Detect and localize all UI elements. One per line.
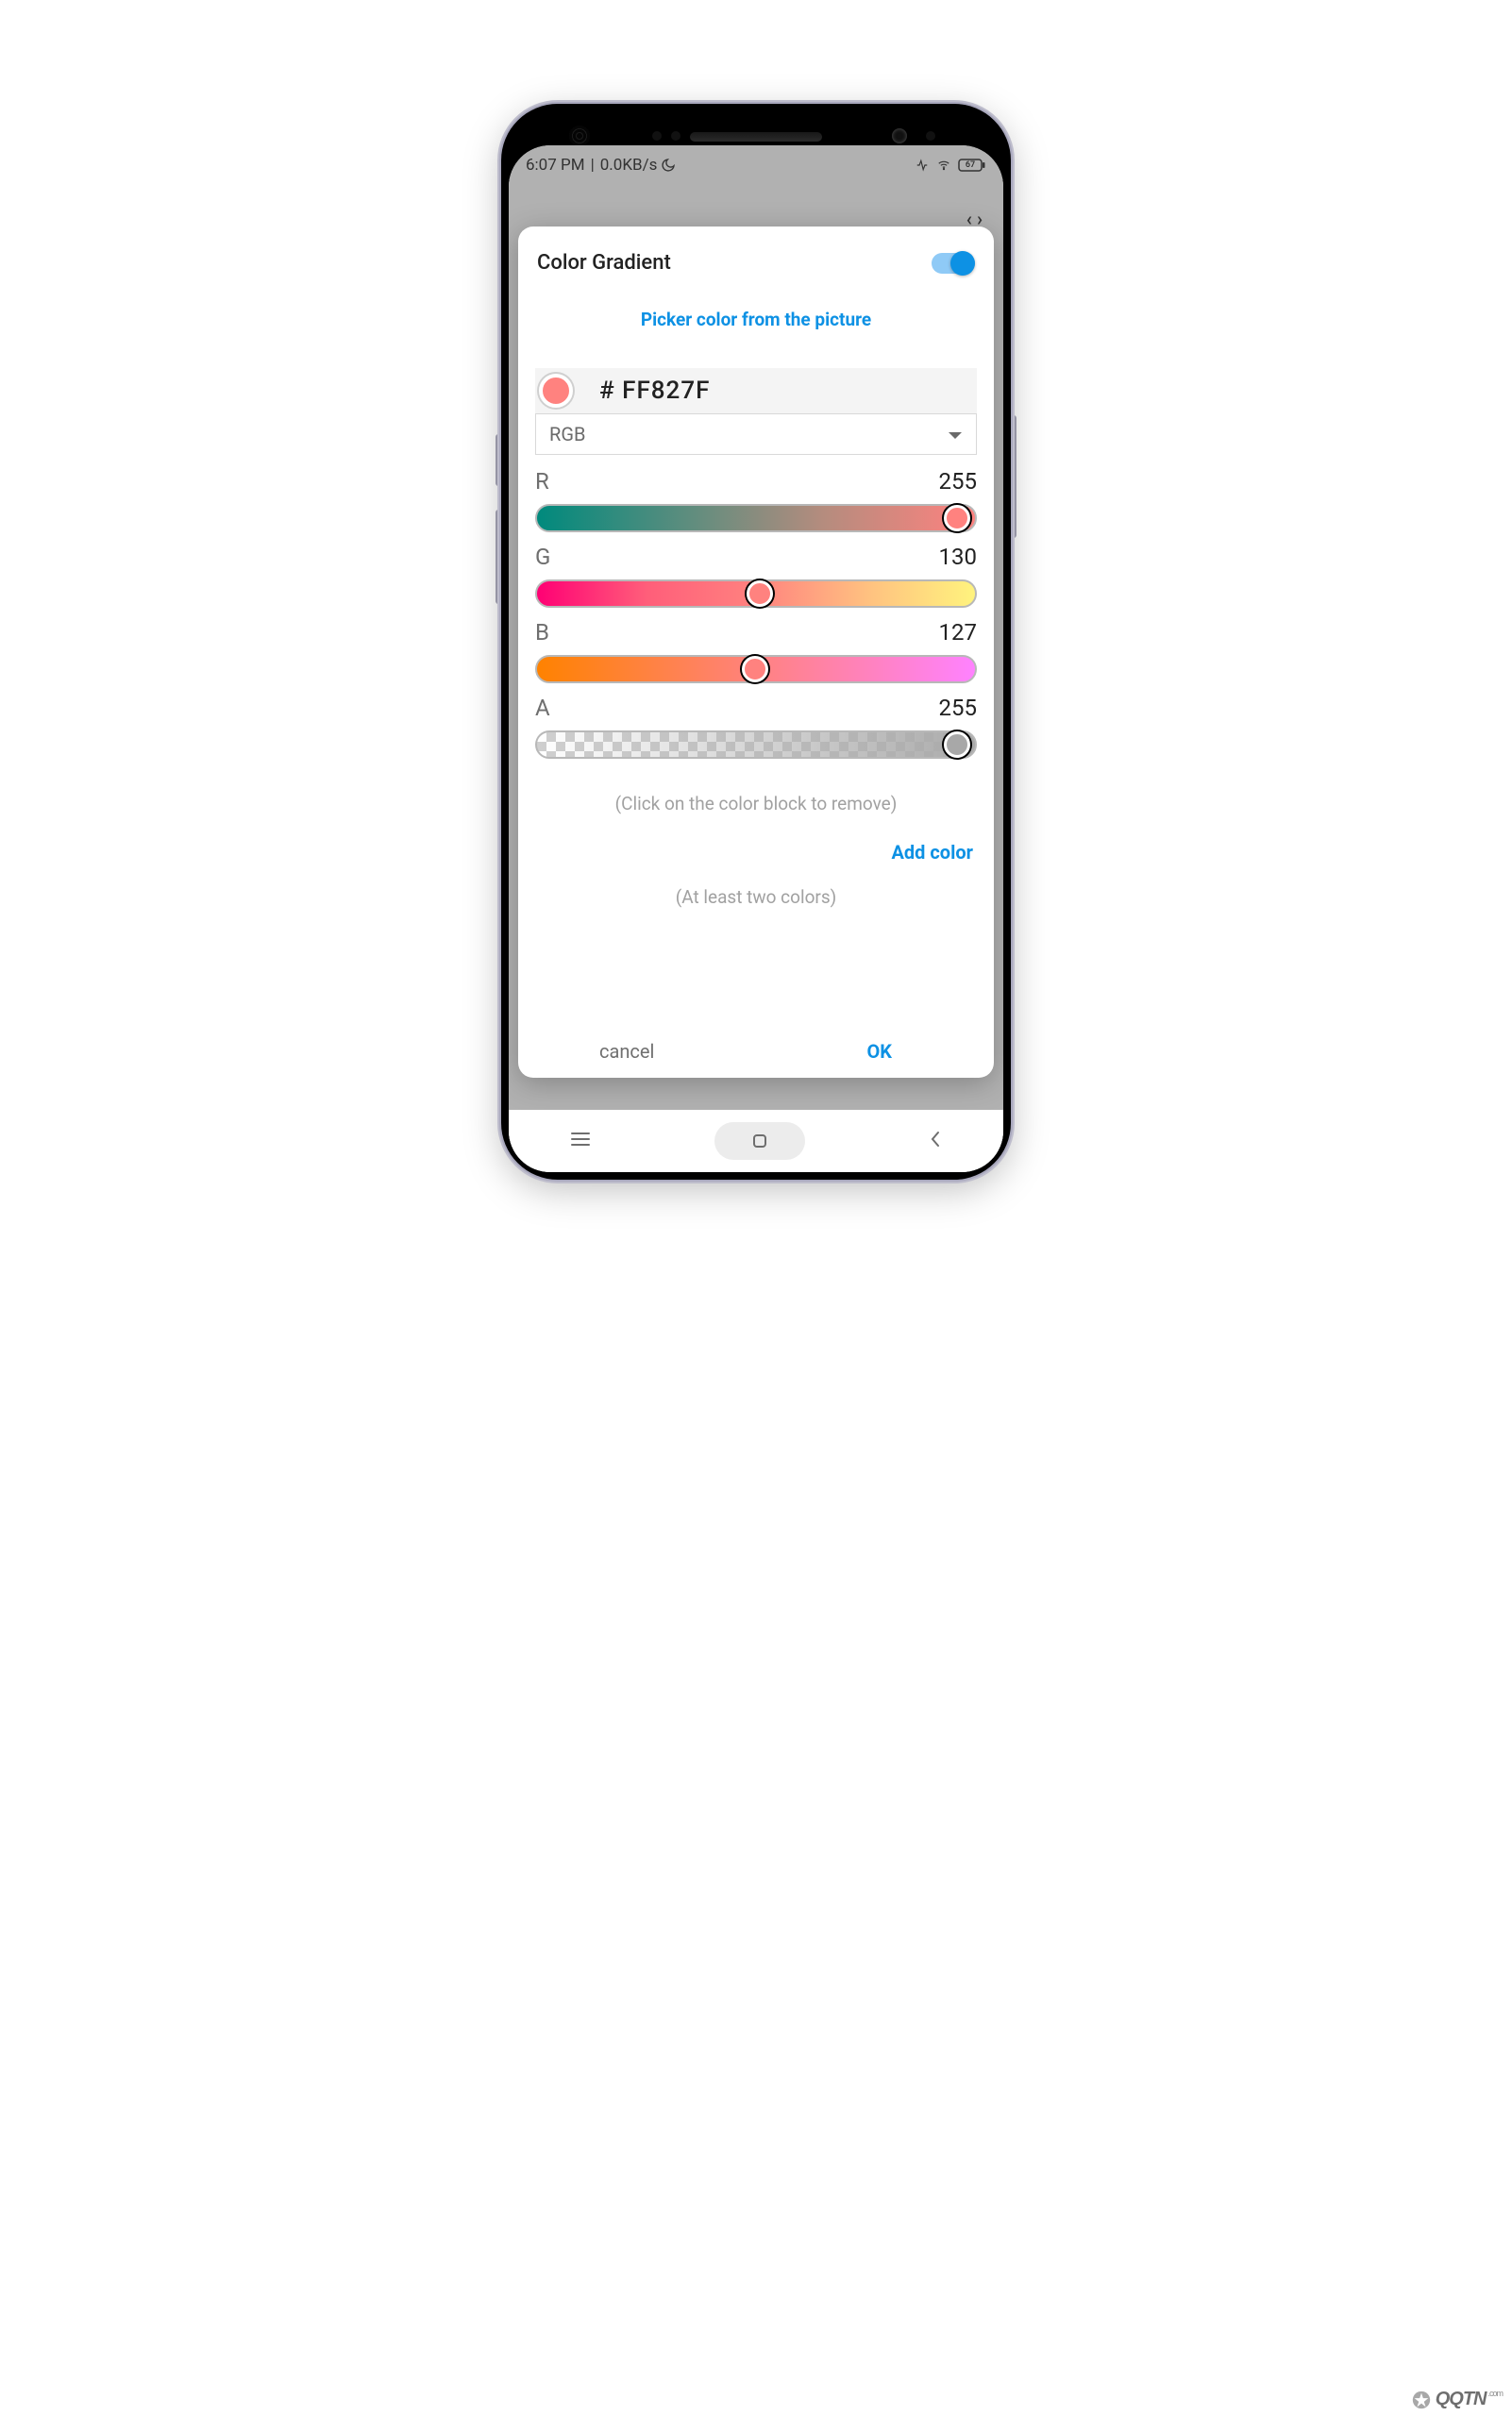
current-color-row: # FF827F [535,368,977,413]
slider-row-b: B 127 [535,619,977,683]
secondary-sensor-icon [926,131,935,141]
channel-label-r: R [535,468,549,495]
proximity-sensor-icon [652,131,662,141]
chevron-down-icon [948,423,963,445]
gradient-toggle[interactable] [932,253,975,274]
channel-label-g: G [535,544,550,570]
light-sensor-icon [671,131,680,141]
channel-label-b: B [535,619,549,646]
channel-value-g: 130 [939,544,977,570]
nav-recent-icon[interactable] [570,1132,591,1150]
ok-button[interactable]: OK [746,1040,973,1063]
color-swatch[interactable] [539,374,573,408]
color-mode-value: RGB [549,423,585,445]
channel-value-b: 127 [939,619,977,646]
slider-track-g[interactable] [535,579,977,608]
toggle-knob [950,251,975,276]
color-mode-select[interactable]: RGB [535,413,977,455]
dialog-title: Color Gradient [537,251,671,275]
channel-label-a: A [535,695,550,721]
color-gradient-dialog: Color Gradient Picker color from the pic… [518,226,994,1078]
cancel-button[interactable]: cancel [539,1040,746,1063]
front-camera-icon [892,128,907,143]
status-bar: 6:07 PM | 0.0KB/s [509,145,1003,185]
phone-power-button [1011,415,1016,538]
watermark-sub: .com [1487,2389,1503,2398]
phone-screen: 6:07 PM | 0.0KB/s [509,145,1003,1172]
nav-back-icon[interactable] [929,1130,942,1152]
slider-thumb-a[interactable] [944,731,970,758]
slider-track-r[interactable] [535,504,977,532]
slider-row-a: A 255 [535,695,977,759]
watermark-text: QQTN [1436,2389,1487,2410]
slider-row-g: G 130 [535,544,977,608]
battery-level: 67 [958,159,983,172]
wifi-icon [935,159,952,172]
slider-track-b[interactable] [535,655,977,683]
hex-value[interactable]: # FF827F [599,377,710,405]
status-net-speed: 0.0KB/s [600,156,658,175]
min-colors-hint: (At least two colors) [535,873,977,927]
phone-frame: 6:07 PM | 0.0KB/s [501,104,1011,1180]
slider-track-a[interactable] [535,730,977,759]
add-color-link[interactable]: Add color [535,814,977,873]
nav-home-icon[interactable] [714,1122,805,1160]
battery-icon: 67 [958,159,986,172]
status-separator: | [585,156,600,175]
system-nav-bar [509,1110,1003,1172]
status-time: 6:07 PM [526,156,585,175]
slider-row-r: R 255 [535,468,977,532]
remove-hint: (Click on the color block to remove) [535,793,977,814]
channel-value-r: 255 [939,468,977,495]
dialog-actions: cancel OK [535,1032,977,1066]
alarm-icon [915,159,930,172]
earpiece-speaker [690,132,822,142]
slider-thumb-r[interactable] [944,505,970,531]
iris-sensor-icon [569,126,590,146]
watermark: QQTN.com [1411,2389,1503,2410]
channel-value-a: 255 [939,695,977,721]
pick-from-picture-link[interactable]: Picker color from the picture [535,275,977,368]
slider-thumb-b[interactable] [742,656,768,682]
do-not-disturb-icon [661,158,676,173]
slider-thumb-g[interactable] [747,580,773,607]
